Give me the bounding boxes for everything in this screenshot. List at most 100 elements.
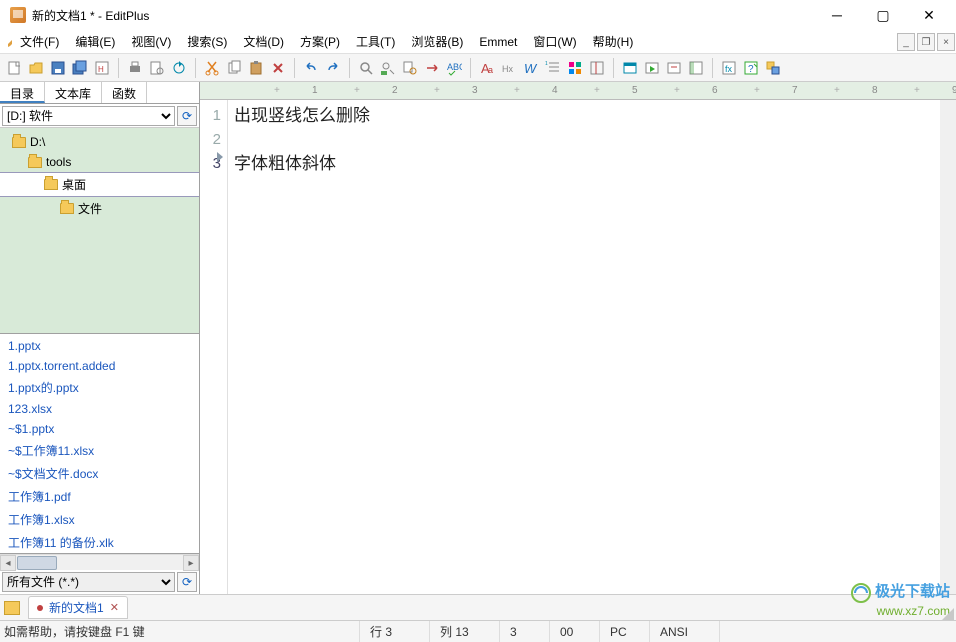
new-html-button[interactable]: H (92, 58, 112, 78)
menu-bar: 文件(F) 编辑(E) 视图(V) 搜索(S) 文档(D) 方案(P) 工具(T… (0, 30, 956, 54)
folder-icon (60, 203, 74, 214)
open-file-button[interactable] (26, 58, 46, 78)
word-wrap-button[interactable]: W (521, 58, 541, 78)
cut-button[interactable] (202, 58, 222, 78)
status-bar: 如需帮助，请按键盘 F1 键 行 3 列 13 3 00 PC ANSI (0, 620, 956, 642)
code-area[interactable]: 出现竖线怎么删除字体粗体斜体 (228, 100, 940, 594)
svg-text:W: W (524, 61, 538, 76)
svg-text:fx: fx (725, 64, 733, 74)
delete-button[interactable] (268, 58, 288, 78)
replace-button[interactable] (378, 58, 398, 78)
folder-icon (28, 157, 42, 168)
menu-help[interactable]: 帮助(H) (585, 30, 642, 53)
code-line[interactable] (234, 128, 934, 152)
scroll-left-button[interactable]: ◂ (0, 555, 16, 571)
hex-button[interactable]: Hx (499, 58, 519, 78)
syntax-highlight-button[interactable] (565, 58, 585, 78)
scroll-thumb[interactable] (17, 556, 57, 570)
resize-grip[interactable] (940, 606, 954, 620)
file-item[interactable]: 1.pptx (6, 336, 193, 356)
mdi-restore-button[interactable]: ❐ (917, 33, 935, 51)
svg-text:H: H (98, 65, 104, 74)
font-button[interactable]: Aa (477, 58, 497, 78)
doc-tab-close-button[interactable]: ✕ (110, 601, 119, 614)
editor-vscroll[interactable] (940, 100, 956, 594)
spell-check-button[interactable]: ABC (444, 58, 464, 78)
file-filter-select[interactable]: 所有文件 (*.*) (2, 572, 175, 592)
drive-select[interactable]: [D:] 软件 (2, 106, 175, 126)
find-button[interactable] (356, 58, 376, 78)
redo-button[interactable] (323, 58, 343, 78)
file-list-hscroll[interactable]: ◂ ▸ (0, 554, 199, 570)
goto-button[interactable] (422, 58, 442, 78)
file-item[interactable]: 工作簿1.xlsx (6, 508, 193, 531)
menu-search[interactable]: 搜索(S) (179, 30, 235, 53)
drive-refresh-button[interactable]: ⟳ (177, 106, 197, 126)
folder-icon (12, 137, 26, 148)
folder-tree[interactable]: D:\tools桌面文件 (0, 128, 199, 334)
filter-refresh-button[interactable]: ⟳ (177, 572, 197, 592)
mdi-close-button[interactable]: × (937, 33, 955, 51)
menu-browser[interactable]: 浏览器(B) (403, 30, 471, 53)
tab-cliptext[interactable]: 文本库 (45, 82, 102, 103)
menu-edit[interactable]: 编辑(E) (67, 30, 123, 53)
new-file-button[interactable] (4, 58, 24, 78)
menu-document[interactable]: 文档(D) (235, 30, 292, 53)
menu-file[interactable]: 文件(F) (12, 30, 67, 53)
line-number-button[interactable]: 1 (543, 58, 563, 78)
tree-item[interactable]: D:\ (0, 132, 199, 152)
file-item[interactable]: ~$工作簿11.xlsx (6, 439, 193, 462)
file-item[interactable]: 工作簿11 的备份.xlk (6, 531, 193, 554)
print-preview-button[interactable] (147, 58, 167, 78)
tab-directory[interactable]: 目录 (0, 82, 45, 103)
function-list-button[interactable]: fx (719, 58, 739, 78)
file-list[interactable]: 1.pptx1.pptx.torrent.added1.pptx的.pptx12… (0, 334, 199, 554)
menu-tools[interactable]: 工具(T) (348, 30, 403, 53)
tree-item[interactable]: tools (0, 152, 199, 172)
mdi-minimize-button[interactable]: _ (897, 33, 915, 51)
close-button[interactable]: ✕ (906, 0, 952, 30)
code-line[interactable]: 字体粗体斜体 (234, 152, 934, 176)
menu-emmet[interactable]: Emmet (471, 30, 525, 53)
minimize-button[interactable]: ─ (814, 0, 860, 30)
browser-refresh-button[interactable] (169, 58, 189, 78)
menu-view[interactable]: 视图(V) (123, 30, 179, 53)
menu-project[interactable]: 方案(P) (292, 30, 348, 53)
help-button[interactable]: ? (741, 58, 761, 78)
code-line[interactable]: 出现竖线怎么删除 (234, 104, 934, 128)
tree-item[interactable]: 桌面 (0, 172, 199, 197)
tree-item[interactable]: 文件 (0, 197, 199, 220)
undo-button[interactable] (301, 58, 321, 78)
file-item[interactable]: 1.pptx的.pptx (6, 376, 193, 399)
doc-tab-folder-icon[interactable] (4, 601, 20, 615)
paste-button[interactable] (246, 58, 266, 78)
save-all-button[interactable] (70, 58, 90, 78)
file-item[interactable]: 工作簿1.pdf (6, 485, 193, 508)
find-in-files-button[interactable] (400, 58, 420, 78)
file-item[interactable]: 1.pptx.torrent.added (6, 356, 193, 376)
file-item[interactable]: ~$1.pptx (6, 419, 193, 439)
copy-button[interactable] (224, 58, 244, 78)
save-button[interactable] (48, 58, 68, 78)
settings-button[interactable] (763, 58, 783, 78)
browser-view-button[interactable] (620, 58, 640, 78)
file-item[interactable]: ~$文档文件.docx (6, 462, 193, 485)
maximize-button[interactable]: ▢ (860, 0, 906, 30)
status-hint: 如需帮助，请按键盘 F1 键 (0, 621, 360, 642)
svg-text:ABC: ABC (447, 62, 462, 72)
app-icon (10, 7, 26, 23)
file-item[interactable]: 123.xlsx (6, 399, 193, 419)
doc-tab[interactable]: 新的文档1 ✕ (28, 596, 128, 619)
current-line-arrow-icon (217, 152, 223, 162)
directory-button[interactable] (686, 58, 706, 78)
tab-functions[interactable]: 函数 (102, 82, 147, 103)
print-button[interactable] (125, 58, 145, 78)
folder-icon (44, 179, 58, 190)
status-count: 3 (500, 621, 550, 642)
status-line: 行 3 (360, 621, 430, 642)
menu-window[interactable]: 窗口(W) (525, 30, 584, 53)
scroll-right-button[interactable]: ▸ (183, 555, 199, 571)
run-button[interactable] (642, 58, 662, 78)
output-button[interactable] (664, 58, 684, 78)
column-marker-button[interactable] (587, 58, 607, 78)
